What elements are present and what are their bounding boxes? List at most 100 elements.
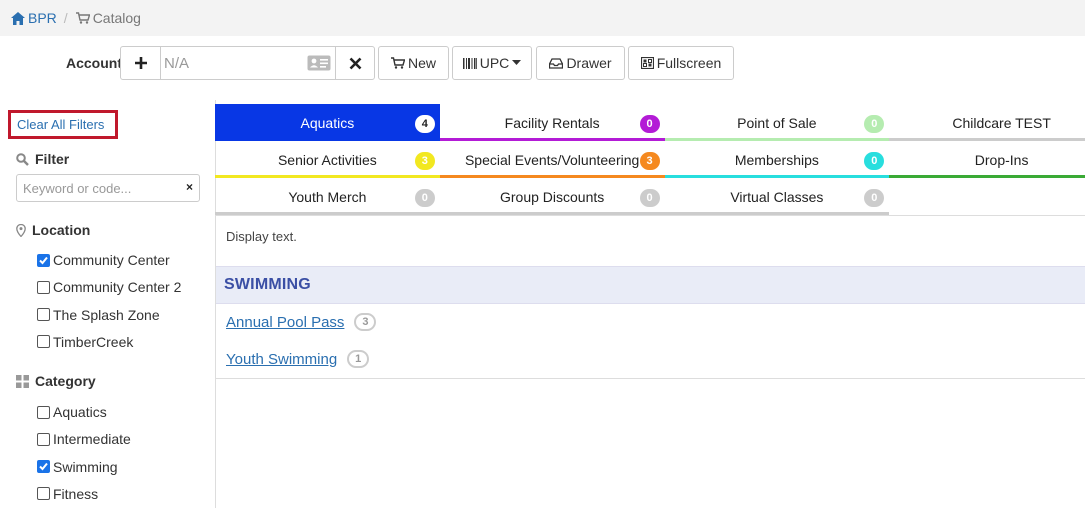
list-item: Youth Swimming 1 — [226, 350, 370, 368]
location-checkbox[interactable] — [37, 280, 50, 294]
tab-label: Facility Rentals — [504, 115, 600, 131]
fullscreen-button[interactable]: Fullscreen — [628, 46, 734, 80]
tab-count-badge: 0 — [864, 115, 885, 133]
tab-drop-ins[interactable]: Drop-Ins — [889, 141, 1085, 178]
fullscreen-icon — [640, 57, 654, 69]
tab-count-badge: 0 — [414, 189, 435, 207]
tab-count-badge: 0 — [864, 189, 885, 207]
category-checkbox[interactable] — [37, 405, 50, 419]
id-card-icon[interactable] — [307, 55, 331, 71]
tab-label: Drop-Ins — [974, 152, 1029, 168]
location-checkbox-row[interactable]: The Splash Zone — [37, 307, 160, 323]
tab-color-bar — [889, 175, 1085, 178]
location-checkbox-row[interactable]: Community Center 2 — [37, 279, 181, 295]
tab-memberships[interactable]: Memberships 0 — [664, 141, 890, 178]
new-button-label: New — [407, 55, 436, 71]
section-header: SWIMMING — [216, 266, 1085, 304]
filter-heading-label: Filter — [35, 151, 70, 167]
tab-label: Childcare TEST — [952, 115, 1051, 131]
tabs-divider — [216, 215, 1085, 216]
grid-icon — [16, 374, 29, 388]
tab-count-badge: 0 — [639, 189, 660, 207]
location-checkbox[interactable] — [37, 308, 50, 322]
tab-facility-rentals[interactable]: Facility Rentals 0 — [439, 104, 665, 141]
caret-down-icon — [512, 60, 522, 65]
category-checkbox-label: Aquatics — [53, 404, 107, 420]
items-divider — [216, 378, 1085, 379]
category-checkbox-row[interactable]: Fitness — [37, 486, 98, 502]
tab-count-badge: 4 — [414, 115, 435, 133]
keyword-input[interactable] — [23, 180, 173, 196]
tab-count-badge: 0 — [639, 115, 660, 133]
tab-label: Group Discounts — [499, 189, 605, 205]
location-checkbox-label: The Splash Zone — [53, 306, 160, 323]
tab-childcare-test[interactable]: Childcare TEST — [889, 104, 1085, 141]
list-item: Annual Pool Pass 3 — [226, 313, 377, 331]
tab-count-badge: 3 — [414, 152, 435, 170]
breadcrumb-home-label: BPR — [28, 10, 57, 26]
category-checkbox-row[interactable]: Intermediate — [37, 431, 131, 447]
account-label: Account — [66, 55, 122, 71]
category-checkbox-label: Intermediate — [53, 431, 131, 448]
home-icon — [11, 11, 25, 25]
tab-senior-activities[interactable]: Senior Activities 3 — [215, 141, 440, 178]
breadcrumb-current-label: Catalog — [92, 10, 141, 26]
clear-account-button[interactable] — [335, 47, 374, 79]
breadcrumb-home[interactable]: BPR — [11, 10, 57, 26]
tab-youth-merch[interactable]: Youth Merch 0 — [215, 178, 440, 215]
drawer-button[interactable]: Drawer — [536, 46, 625, 80]
upc-button-label: UPC — [479, 55, 510, 71]
keyword-clear-button[interactable]: × — [186, 180, 193, 194]
location-checkbox-label: TimberCreek — [53, 333, 134, 350]
add-account-button[interactable] — [121, 47, 161, 79]
location-checkbox-row[interactable]: Community Center — [37, 252, 170, 268]
location-heading: Location — [16, 222, 90, 238]
clear-all-filters-button[interactable]: Clear All Filters — [8, 110, 118, 139]
tab-virtual-classes[interactable]: Virtual Classes 0 — [664, 178, 890, 215]
breadcrumb: BPR / Catalog — [0, 0, 1085, 36]
tab-label: Senior Activities — [277, 152, 377, 168]
location-checkbox-row[interactable]: TimberCreek — [37, 334, 133, 350]
account-selector — [120, 46, 375, 80]
item-link[interactable]: Annual Pool Pass — [226, 314, 344, 331]
upc-dropdown-button[interactable]: UPC — [452, 46, 532, 80]
category-heading: Category — [16, 373, 96, 389]
category-heading-label: Category — [35, 373, 96, 389]
drawer-button-label: Drawer — [566, 55, 612, 71]
category-checkbox-row[interactable]: Aquatics — [37, 404, 107, 420]
display-text: Display text. — [226, 229, 297, 244]
location-heading-label: Location — [32, 222, 91, 238]
breadcrumb-current: Catalog — [75, 10, 141, 26]
location-checkbox[interactable] — [37, 253, 50, 267]
category-checkbox[interactable] — [37, 460, 50, 474]
tab-special-events-volunteering[interactable]: Special Events/Volunteering 3 — [439, 141, 665, 178]
item-link[interactable]: Youth Swimming — [226, 351, 337, 368]
location-checkbox-label: Community Center — [53, 252, 170, 268]
category-checkbox-row[interactable]: Swimming — [37, 459, 118, 475]
tab-aquatics[interactable]: Aquatics 4 — [215, 104, 440, 141]
tab-group-discounts[interactable]: Group Discounts 0 — [439, 178, 665, 215]
close-icon — [349, 57, 361, 69]
inbox-icon — [549, 57, 564, 69]
keyword-search: × — [16, 174, 200, 202]
tab-label: Youth Merch — [288, 189, 367, 205]
new-button[interactable]: New — [378, 46, 449, 80]
tab-count-badge: 3 — [639, 152, 660, 170]
filter-heading: Filter — [16, 151, 69, 167]
barcode-icon — [462, 57, 477, 69]
cart-icon — [75, 12, 90, 24]
tab-label: Memberships — [734, 152, 819, 168]
location-checkbox[interactable] — [37, 335, 50, 349]
tab-count-badge: 0 — [864, 152, 885, 170]
category-checkbox[interactable] — [37, 487, 50, 501]
fullscreen-button-label: Fullscreen — [656, 55, 722, 71]
category-checkbox-label: Fitness — [53, 485, 99, 502]
tab-label: Special Events/Volunteering — [464, 152, 640, 168]
category-checkbox[interactable] — [37, 432, 50, 446]
search-icon — [16, 152, 29, 166]
breadcrumb-separator: / — [63, 10, 68, 26]
item-count-badge: 1 — [347, 350, 370, 368]
tab-point-of-sale[interactable]: Point of Sale 0 — [664, 104, 890, 141]
tab-label: Aquatics — [300, 115, 355, 131]
location-checkbox-label: Community Center 2 — [53, 279, 182, 296]
